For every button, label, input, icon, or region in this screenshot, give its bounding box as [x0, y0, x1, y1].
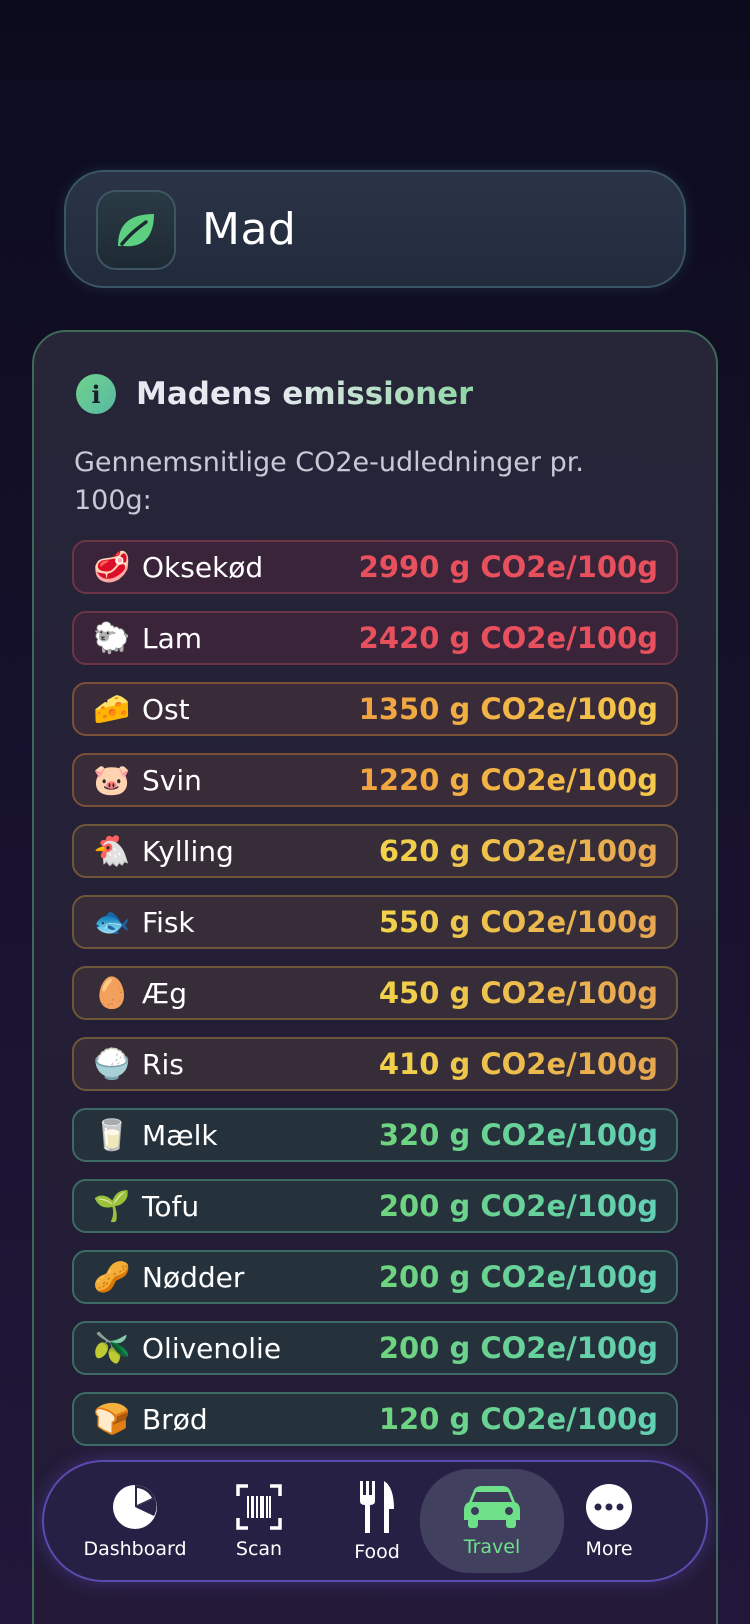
tab-label: Scan	[235, 1538, 283, 1560]
emission-value: 320 g CO2e/100g	[378, 1118, 658, 1152]
emissions-list: 🥩 Oksekød 2990 g CO2e/100g 🐑 Lam 2420 g CO2e/…	[72, 540, 678, 1463]
emission-row: 🥛 Mælk 320 g CO2e/100g	[72, 1108, 678, 1162]
emission-value: 450 g CO2e/100g	[378, 976, 658, 1010]
food-emoji-icon: 🍞	[93, 1401, 131, 1437]
row-left: 🍞 Brød	[92, 1401, 208, 1437]
emission-value: 1350 g CO2e/100g	[358, 692, 658, 726]
food-name: Æg	[142, 976, 188, 1010]
row-left: 🥛 Mælk	[92, 1117, 218, 1153]
food-emoji-icon: 🥚	[93, 975, 131, 1011]
car-icon	[464, 1486, 520, 1528]
food-emoji-icon: 🐷	[93, 762, 131, 798]
food-emoji-icon: 🌱	[93, 1188, 131, 1224]
food-name: Tofu	[142, 1189, 200, 1223]
food-emoji-icon: 🥜	[93, 1259, 131, 1295]
food-emoji-icon: 🫒	[93, 1330, 131, 1366]
food-name: Ost	[142, 692, 190, 726]
barcode-scan-icon	[236, 1484, 282, 1530]
emission-value: 200 g CO2e/100g	[378, 1189, 658, 1223]
emission-value: 120 g CO2e/100g	[378, 1402, 658, 1436]
row-left: 🐑 Lam	[92, 621, 202, 656]
food-emoji-icon: 🧀	[93, 691, 131, 727]
tab-more[interactable]: More	[544, 1462, 674, 1580]
card-subtitle: Gennemsnitlige CO2e-udledninger pr. 100g…	[74, 447, 584, 516]
food-emoji-icon: 🍚	[93, 1046, 131, 1082]
row-left: 🐔 Kylling	[92, 833, 234, 869]
row-left: 🫒 Olivenolie	[92, 1331, 281, 1366]
emission-value: 1220 g CO2e/100g	[358, 763, 658, 797]
pie-chart-icon	[113, 1485, 157, 1529]
emission-row: 🐔 Kylling 620 g CO2e/100g	[72, 824, 678, 878]
emission-row: 🐷 Svin 1220 g CO2e/100g	[72, 753, 678, 807]
emission-row: 🥩 Oksekød 2990 g CO2e/100g	[72, 540, 678, 594]
food-name: Svin	[142, 763, 202, 797]
emission-row: 🧀 Ost 1350 g CO2e/100g	[72, 682, 678, 736]
info-icon: i	[76, 374, 116, 414]
tab-scan[interactable]: Scan	[194, 1462, 324, 1580]
page-title: Mad	[202, 204, 297, 255]
emission-value: 200 g CO2e/100g	[378, 1331, 658, 1365]
row-left: 🥚 Æg	[92, 976, 187, 1011]
card-title: Madens emissioner	[136, 376, 474, 412]
emission-value: 2990 g CO2e/100g	[358, 550, 658, 584]
row-left: 🥜 Nødder	[92, 1260, 244, 1295]
emission-row: 🐑 Lam 2420 g CO2e/100g	[72, 611, 678, 665]
emission-value: 550 g CO2e/100g	[378, 905, 658, 939]
food-name: Nødder	[142, 1260, 245, 1294]
emission-row: 🌱 Tofu 200 g CO2e/100g	[72, 1179, 678, 1233]
tab-label: Travel	[463, 1536, 521, 1558]
emission-value: 410 g CO2e/100g	[378, 1047, 658, 1081]
more-icon	[586, 1484, 632, 1530]
emission-row: 🥜 Nødder 200 g CO2e/100g	[72, 1250, 678, 1304]
food-name: Lam	[142, 621, 203, 655]
page-header: Mad	[64, 170, 686, 288]
food-name: Kylling	[142, 834, 234, 868]
emission-row: 🐟 Fisk 550 g CO2e/100g	[72, 895, 678, 949]
tab-label: Dashboard	[83, 1538, 187, 1560]
food-emoji-icon: 🐔	[93, 833, 131, 869]
emission-value: 2420 g CO2e/100g	[358, 621, 658, 655]
food-name: Oksekød	[142, 550, 264, 584]
tab-label: Food	[354, 1541, 400, 1563]
tab-travel[interactable]: Travel	[420, 1469, 564, 1573]
food-name: Brød	[142, 1402, 208, 1436]
food-emoji-icon: 🥩	[93, 549, 131, 585]
emission-value: 200 g CO2e/100g	[378, 1260, 658, 1294]
row-left: 🧀 Ost	[92, 691, 190, 727]
food-name: Olivenolie	[142, 1331, 282, 1365]
fork-knife-icon	[360, 1481, 394, 1533]
food-name: Fisk	[142, 905, 195, 939]
row-left: 🍚 Ris	[92, 1047, 184, 1082]
food-emoji-icon: 🥛	[93, 1117, 131, 1153]
emission-row: 🫒 Olivenolie 200 g CO2e/100g	[72, 1321, 678, 1375]
row-left: 🥩 Oksekød	[92, 550, 263, 585]
emissions-card: i Madens emissioner Gennemsnitlige CO2e-…	[32, 330, 718, 1624]
card-header: i Madens emissioner	[76, 374, 473, 414]
food-name: Mælk	[142, 1118, 218, 1152]
emission-row: 🍞 Brød 120 g CO2e/100g	[72, 1392, 678, 1446]
emission-row: 🍚 Ris 410 g CO2e/100g	[72, 1037, 678, 1091]
food-emoji-icon: 🐟	[93, 904, 131, 940]
tab-bar: Dashboard Scan Food Travel More	[42, 1460, 708, 1582]
leaf-icon	[96, 190, 176, 270]
emission-value: 620 g CO2e/100g	[378, 834, 658, 868]
row-left: 🌱 Tofu	[92, 1189, 199, 1224]
row-left: 🐷 Svin	[92, 763, 202, 798]
tab-label: More	[585, 1538, 633, 1560]
tab-dashboard[interactable]: Dashboard	[70, 1462, 200, 1580]
emission-row: 🥚 Æg 450 g CO2e/100g	[72, 966, 678, 1020]
food-name: Ris	[142, 1047, 184, 1081]
row-left: 🐟 Fisk	[92, 904, 195, 940]
food-emoji-icon: 🐑	[93, 620, 131, 656]
